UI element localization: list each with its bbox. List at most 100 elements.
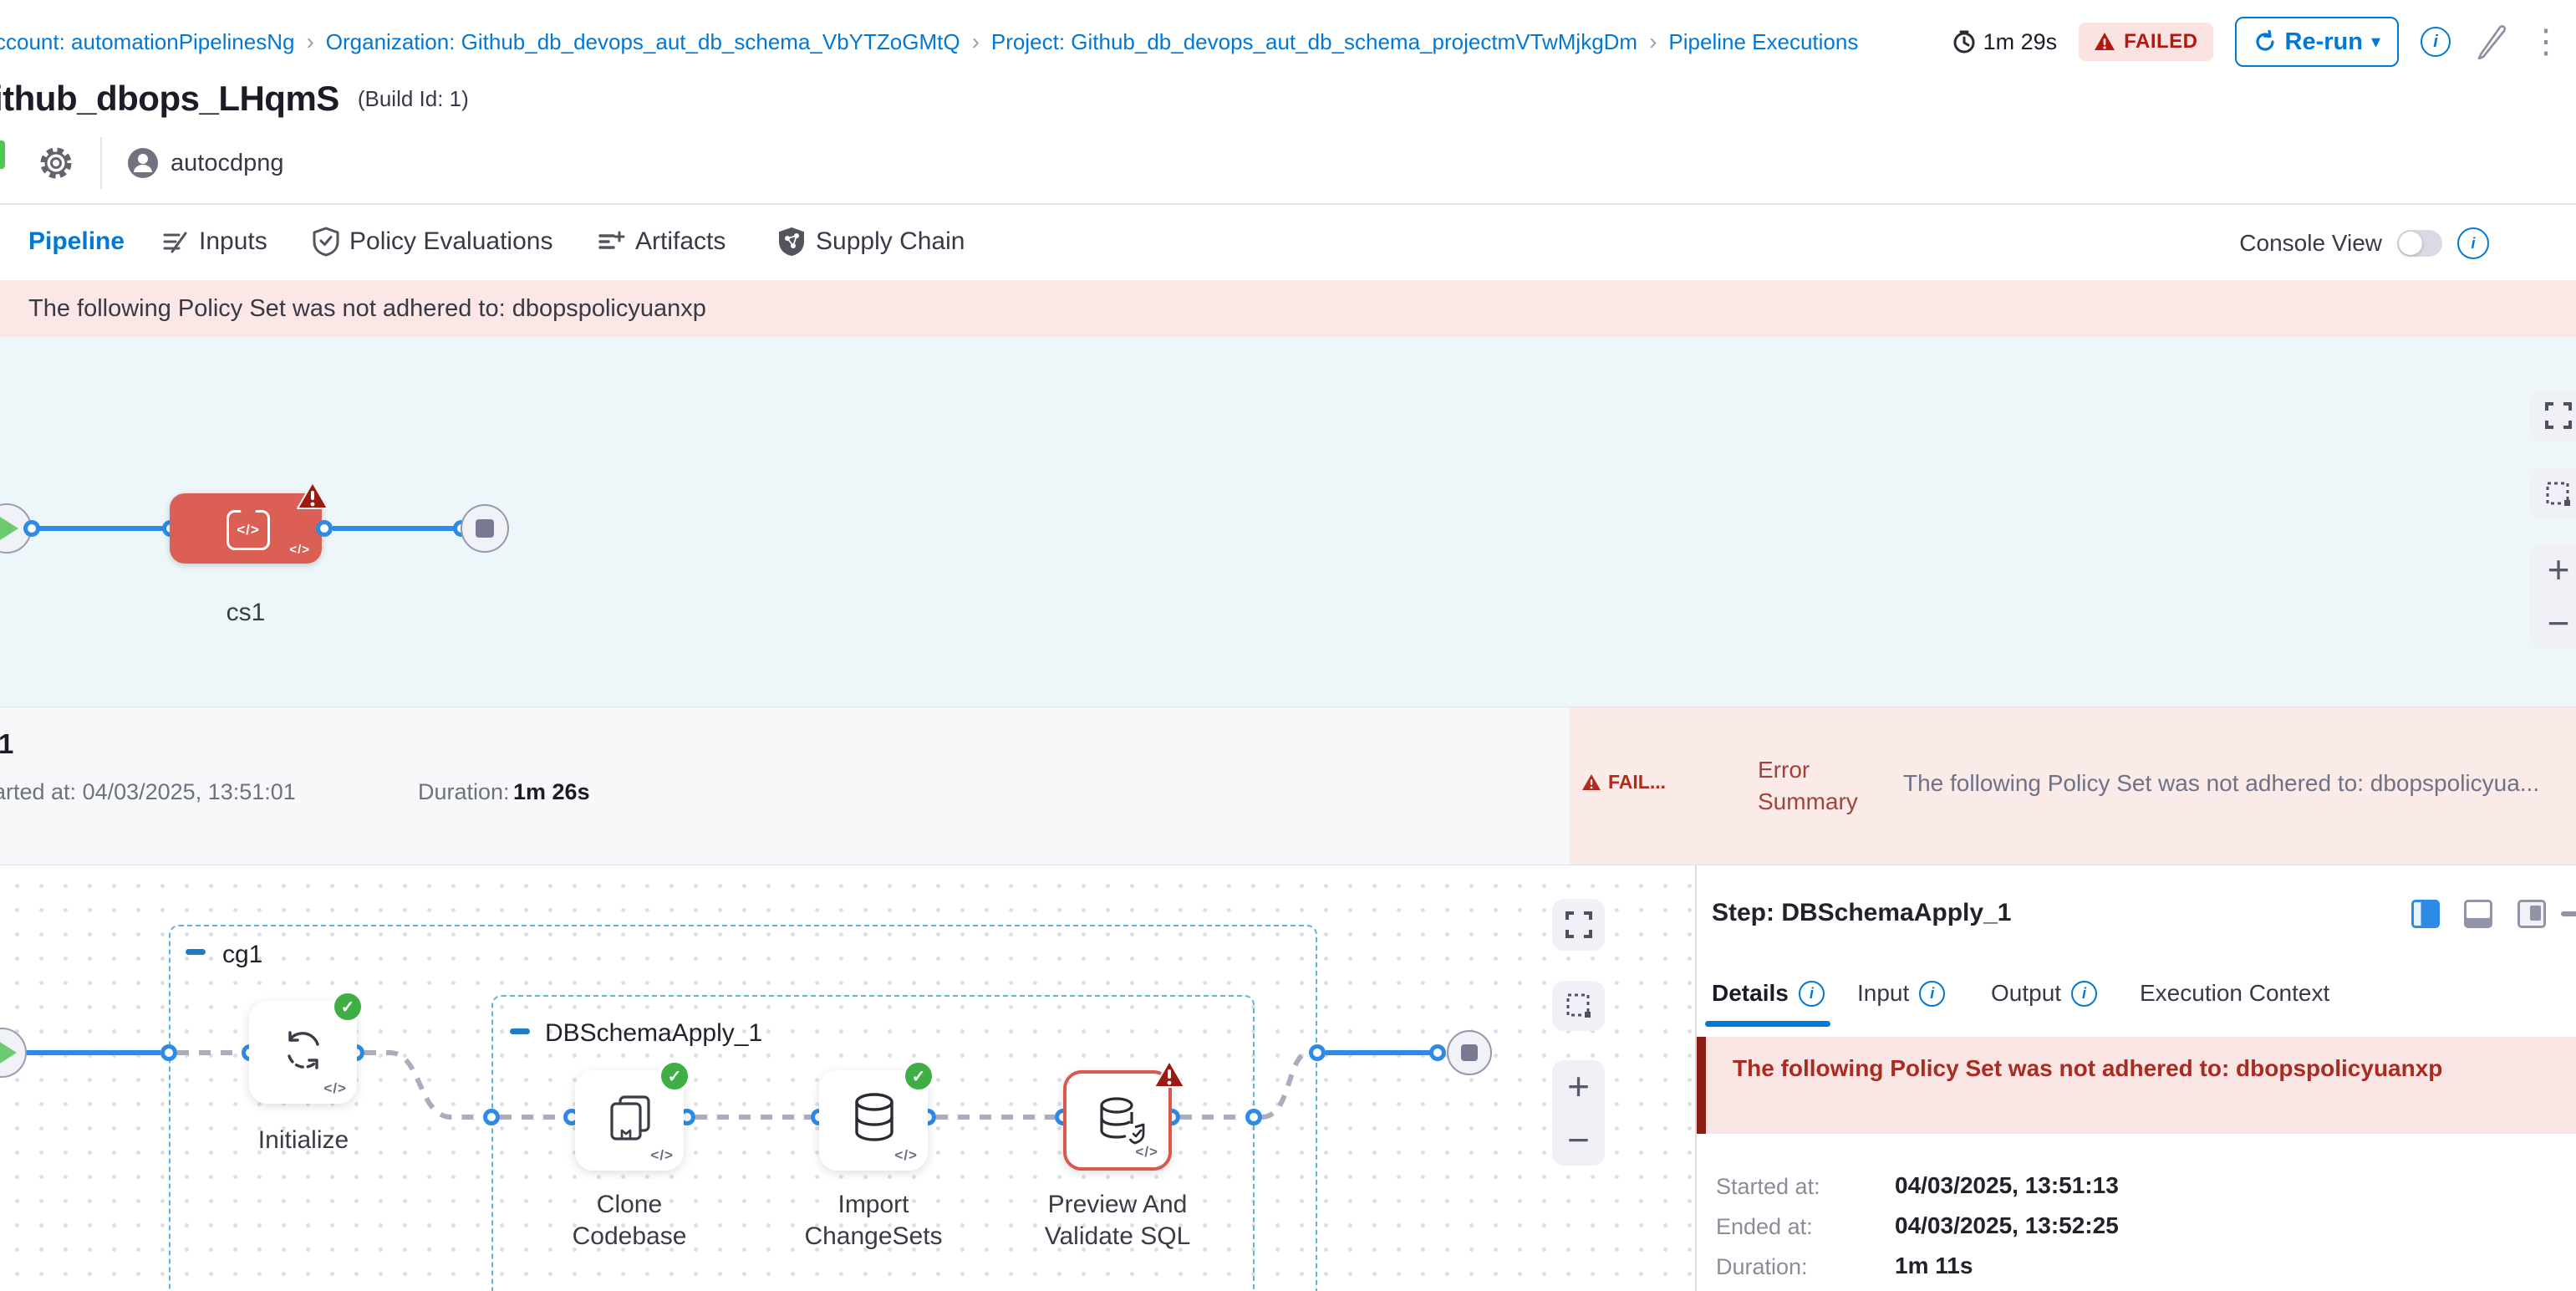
selection-button[interactable] [2529, 468, 2576, 520]
status-badge: FAILED [2079, 23, 2212, 61]
policy-violation-text: The following Policy Set was not adhered… [28, 295, 706, 323]
play-icon [0, 1041, 17, 1064]
panel-tab-output[interactable]: Outputi [1991, 980, 2097, 1007]
stage-started-at: arted at: 04/03/2025, 13:51:01 [0, 779, 296, 805]
database-icon [851, 1092, 898, 1144]
user-avatar[interactable] [127, 147, 159, 179]
step-preview-validate-sql-label[interactable]: Preview And Validate SQL [1034, 1189, 1201, 1253]
zoom-out-button[interactable]: − [2548, 604, 2570, 642]
panel-error-text: The following Policy Set was not adhered… [1733, 1055, 2576, 1082]
divider [100, 137, 102, 189]
stop-icon [476, 519, 494, 538]
execution-duration: 1m 29s [1952, 29, 2058, 55]
step-import-changesets-label[interactable]: Import ChangeSets [794, 1189, 953, 1253]
connector-port [1245, 1109, 1262, 1125]
zoom-out-button[interactable]: − [1567, 1120, 1590, 1159]
breadcrumb-separator: › [1649, 28, 1657, 55]
info-icon[interactable]: i [2071, 981, 2097, 1007]
zoom-in-button[interactable]: + [1567, 1067, 1590, 1105]
breadcrumb-organization[interactable]: Organization: Github_db_devops_aut_db_sc… [326, 29, 960, 55]
fullscreen-button[interactable] [1552, 899, 1605, 951]
step-initialize[interactable]: </> ✓ [249, 1001, 357, 1104]
rerun-caret-icon: ▾ [2371, 31, 2380, 53]
info-icon[interactable]: i [1919, 981, 1945, 1007]
console-view-toggle[interactable] [2397, 230, 2442, 257]
info-icon[interactable]: i [2421, 27, 2451, 57]
build-id: (Build Id: 1) [358, 86, 469, 112]
stage-name[interactable]: cs1 [170, 599, 322, 627]
tab-policy-evaluations[interactable]: Policy Evaluations [313, 205, 552, 278]
connector-port [1429, 1044, 1446, 1061]
ended-at-value: 04/03/2025, 13:52:25 [1895, 1212, 2119, 1239]
selection-icon [2545, 481, 2572, 508]
breadcrumb-separator: › [972, 28, 980, 55]
step-clone-codebase-label[interactable]: Clone Codebase [554, 1189, 705, 1253]
panel-tab-execution-context[interactable]: Execution Context [2140, 980, 2329, 1007]
step-initialize-label[interactable]: Initialize [232, 1125, 374, 1156]
tab-pipeline[interactable]: Pipeline [28, 205, 125, 278]
breadcrumb-pipeline-executions[interactable]: Pipeline Executions [1668, 29, 1858, 55]
stage-fail-badge: FAIL... [1581, 771, 1666, 793]
breadcrumb: ccount: automationPipelinesNg › Organiza… [0, 28, 1858, 56]
started-at-label: Started at: [1716, 1174, 1820, 1200]
tab-artifacts[interactable]: Artifacts [597, 205, 725, 278]
step-preview-validate-sql[interactable]: </> [1063, 1070, 1172, 1171]
breadcrumb-project[interactable]: Project: Github_db_devops_aut_db_schema_… [991, 29, 1637, 55]
execution-end-node [1447, 1030, 1492, 1075]
layout-split-bottom-icon[interactable] [2464, 900, 2492, 928]
panel-tab-details[interactable]: Detailsi [1712, 980, 1825, 1007]
step-success-badge: ✓ [332, 991, 364, 1023]
rerun-button[interactable]: Re-run ▾ [2235, 17, 2400, 67]
panel-error-box: The following Policy Set was not adhered… [1697, 1037, 2576, 1134]
step-success-badge: ✓ [903, 1060, 934, 1092]
layout-floating-icon[interactable] [2517, 900, 2546, 928]
breadcrumb-separator: › [306, 28, 313, 55]
trigger-user[interactable]: autocdpng [171, 150, 283, 177]
fullscreen-icon [1565, 911, 1593, 939]
stage-graph-connectors [0, 337, 2576, 707]
edit-pencil-icon[interactable] [2472, 24, 2507, 59]
code-glyph-icon: </> [650, 1147, 674, 1164]
selection-icon [1565, 992, 1592, 1019]
rerun-icon [2253, 30, 2277, 54]
pipeline-stage-graph[interactable]: </> </> cs1 + − [0, 337, 2576, 707]
policy-violation-banner: The following Policy Set was not adhered… [0, 280, 2576, 337]
layout-split-right-icon[interactable] [2411, 900, 2440, 928]
zoom-in-button[interactable]: + [2548, 550, 2570, 589]
artifacts-icon [597, 227, 625, 256]
step-success-badge: ✓ [659, 1060, 690, 1092]
console-info-icon[interactable]: i [2457, 227, 2489, 259]
panel-minimize-icon[interactable] [2561, 911, 2576, 916]
play-icon [0, 517, 18, 540]
ended-at-label: Ended at: [1716, 1214, 1813, 1240]
fullscreen-icon [2544, 401, 2573, 430]
stage-duration: Duration: 1m 26s [418, 779, 590, 805]
gear-icon[interactable] [37, 144, 75, 182]
selection-button[interactable] [1552, 981, 1605, 1031]
breadcrumb-account[interactable]: ccount: automationPipelinesNg [0, 29, 294, 55]
step-clone-codebase[interactable]: </> ✓ [575, 1070, 684, 1171]
connector-port [483, 1109, 500, 1125]
step-import-changesets[interactable]: </> ✓ [819, 1070, 928, 1171]
page-title-row: ithub_dbops_LHqmS (Build Id: 1) [0, 74, 469, 124]
tab-inputs[interactable]: Inputs [160, 205, 267, 278]
error-summary-label: Error Summary [1758, 754, 1858, 818]
policy-shield-icon [313, 227, 339, 257]
stage-node-cs1[interactable]: </> </> [170, 493, 322, 564]
info-icon[interactable]: i [1799, 981, 1825, 1007]
header-actions: 1m 29s FAILED Re-run ▾ i ⋮ [1952, 17, 2563, 67]
clone-codebase-icon [607, 1094, 654, 1142]
stage-summary-strip: 1 arted at: 04/03/2025, 13:51:01 Duratio… [0, 707, 2576, 865]
fullscreen-button[interactable] [2529, 390, 2576, 441]
panel-tab-input[interactable]: Inputi [1857, 980, 1945, 1007]
duration-label: Duration: [1716, 1254, 1808, 1280]
code-glyph-icon: </> [1135, 1144, 1158, 1161]
zoom-controls: + − [2529, 543, 2576, 649]
code-glyph-icon: </> [289, 543, 310, 557]
step-failed-badge [1153, 1060, 1185, 1089]
tab-supply-chain[interactable]: Supply Chain [777, 205, 965, 278]
page-title: ithub_dbops_LHqmS [0, 79, 339, 119]
clock-icon [1952, 29, 1977, 54]
kebab-menu-icon[interactable]: ⋮ [2529, 25, 2563, 59]
code-glyph-icon: </> [894, 1147, 918, 1164]
